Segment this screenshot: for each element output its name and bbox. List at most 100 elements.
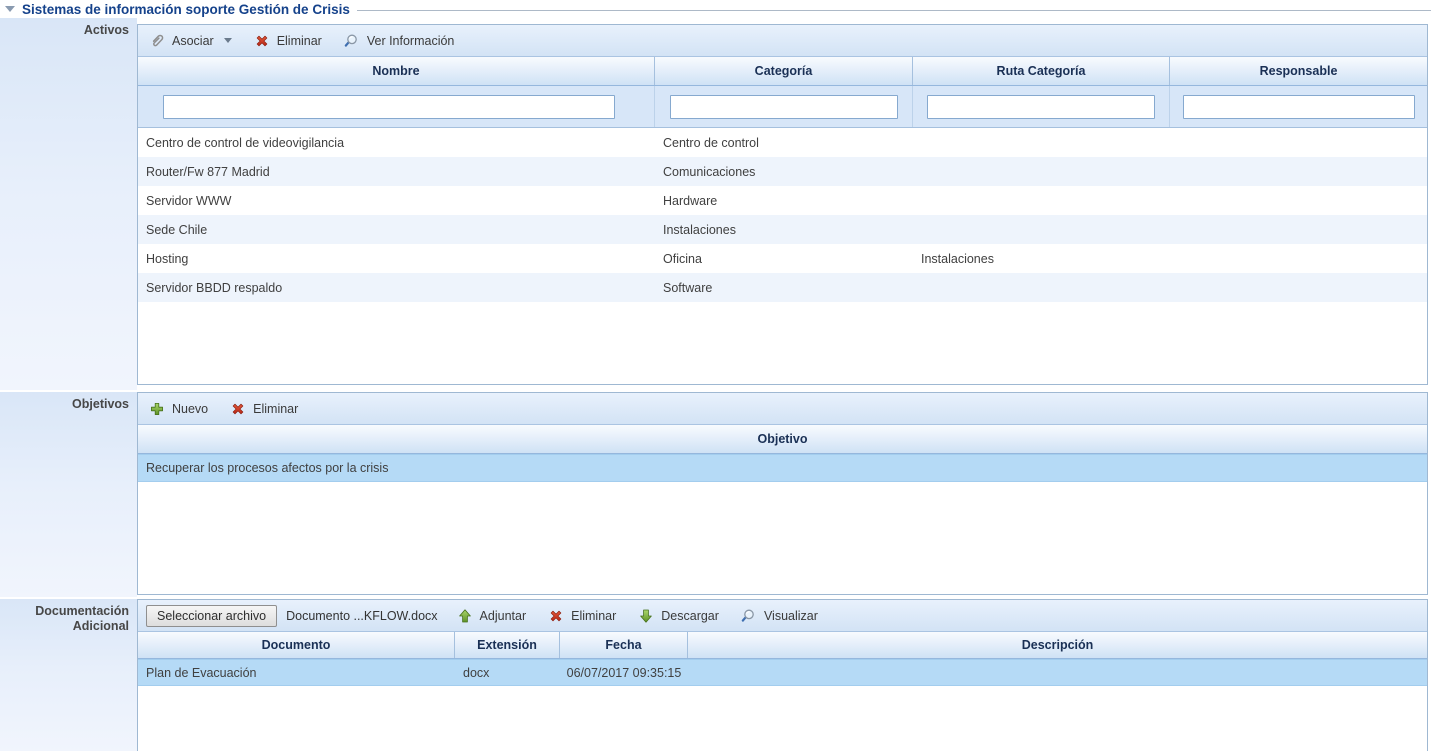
eliminar-objetivo-button[interactable]: Eliminar <box>227 399 301 419</box>
column-header-descripcion[interactable]: Descripción <box>688 632 1427 658</box>
cell-documento: Plan de Evacuación <box>138 660 455 685</box>
eliminar-label: Eliminar <box>253 402 298 416</box>
legend-rule <box>357 10 1431 11</box>
filter-nombre-input[interactable] <box>163 95 615 119</box>
table-row[interactable]: Centro de control de videovigilancia Cen… <box>138 128 1427 157</box>
chevron-down-icon[interactable] <box>224 38 232 43</box>
page-margin <box>1428 599 1435 751</box>
cell-nombre: Router/Fw 877 Madrid <box>138 157 655 186</box>
column-header-nombre[interactable]: Nombre <box>138 57 655 85</box>
activos-filter-row <box>138 86 1427 128</box>
eliminar-label: Eliminar <box>571 609 616 623</box>
adjuntar-label: Adjuntar <box>480 609 527 623</box>
filter-categoria-input[interactable] <box>670 95 898 119</box>
cell-categoria: Hardware <box>655 186 913 215</box>
section-documentacion: Documentación Adicional Seleccionar arch… <box>0 599 1435 751</box>
red-cross-icon <box>254 33 270 49</box>
column-header-extension[interactable]: Extensión <box>455 632 560 658</box>
activos-toolbar: Asociar Eliminar Ver Información <box>138 25 1427 57</box>
table-row[interactable]: Sede Chile Instalaciones <box>138 215 1427 244</box>
cell-responsable <box>1170 186 1427 215</box>
table-row[interactable]: Recuperar los procesos afectos por la cr… <box>138 454 1427 482</box>
seleccionar-archivo-button[interactable]: Seleccionar archivo <box>146 605 277 627</box>
magnifier-icon <box>344 33 360 49</box>
page-margin <box>1428 18 1435 390</box>
activos-grid-header: Nombre Categoría Ruta Categoría Responsa… <box>138 57 1427 86</box>
column-header-responsable[interactable]: Responsable <box>1170 57 1427 85</box>
table-row[interactable]: Servidor BBDD respaldo Software <box>138 273 1427 302</box>
cell-nombre: Servidor BBDD respaldo <box>138 273 655 302</box>
label-line-2: Adicional <box>4 619 129 634</box>
descargar-button[interactable]: Descargar <box>635 606 722 626</box>
cell-ruta-categoria <box>913 186 1170 215</box>
section-label-documentacion: Documentación Adicional <box>0 599 137 751</box>
cell-responsable <box>1170 128 1427 157</box>
cell-responsable <box>1170 273 1427 302</box>
cell-categoria: Instalaciones <box>655 215 913 244</box>
table-row[interactable]: Plan de Evacuación docx 06/07/2017 09:35… <box>138 659 1427 686</box>
activos-empty-area <box>138 302 1427 385</box>
cell-nombre: Centro de control de videovigilancia <box>138 128 655 157</box>
objetivos-grid-header: Objetivo <box>138 425 1427 454</box>
page-title: Sistemas de información soporte Gestión … <box>22 2 350 17</box>
section-label-activos: Activos <box>0 18 137 390</box>
cell-categoria: Oficina <box>655 244 913 273</box>
section-objetivos: Objetivos Nuevo Eliminar Objetivo Recupe… <box>0 392 1435 597</box>
filter-ruta-categoria-input[interactable] <box>927 95 1155 119</box>
cell-objetivo: Recuperar los procesos afectos por la cr… <box>138 455 1427 481</box>
visualizar-label: Visualizar <box>764 609 818 623</box>
documentos-grid-header: Documento Extensión Fecha Descripción <box>138 632 1427 659</box>
cell-categoria: Software <box>655 273 913 302</box>
asociar-label: Asociar <box>172 34 214 48</box>
ver-informacion-label: Ver Información <box>367 34 455 48</box>
red-cross-icon <box>548 608 564 624</box>
section-label-objetivos: Objetivos <box>0 392 137 597</box>
green-up-arrow-icon <box>457 608 473 624</box>
asociar-button[interactable]: Asociar <box>146 31 235 51</box>
filter-responsable-input[interactable] <box>1183 95 1415 119</box>
cell-ruta-categoria: Instalaciones <box>913 244 1170 273</box>
cell-ruta-categoria <box>913 215 1170 244</box>
eliminar-label: Eliminar <box>277 34 322 48</box>
cell-ruta-categoria <box>913 273 1170 302</box>
cell-responsable <box>1170 215 1427 244</box>
descargar-label: Descargar <box>661 609 719 623</box>
column-header-fecha[interactable]: Fecha <box>560 632 688 658</box>
chevron-down-icon[interactable] <box>5 6 15 12</box>
cell-responsable <box>1170 157 1427 186</box>
table-row[interactable]: Hosting Oficina Instalaciones <box>138 244 1427 273</box>
objetivos-empty-area <box>138 482 1427 594</box>
cell-categoria: Centro de control <box>655 128 913 157</box>
eliminar-activo-button[interactable]: Eliminar <box>251 31 325 51</box>
ver-informacion-button[interactable]: Ver Información <box>341 31 458 51</box>
cell-extension: docx <box>455 660 560 685</box>
red-cross-icon <box>230 401 246 417</box>
green-plus-icon <box>149 401 165 417</box>
table-row[interactable]: Servidor WWW Hardware <box>138 186 1427 215</box>
visualizar-button[interactable]: Visualizar <box>738 606 821 626</box>
column-header-objetivo[interactable]: Objetivo <box>138 425 1427 453</box>
cell-nombre: Servidor WWW <box>138 186 655 215</box>
cell-nombre: Hosting <box>138 244 655 273</box>
nuevo-objetivo-button[interactable]: Nuevo <box>146 399 211 419</box>
cell-nombre: Sede Chile <box>138 215 655 244</box>
page-margin <box>1428 392 1435 597</box>
documentos-empty-area <box>138 686 1427 750</box>
cell-fecha: 06/07/2017 09:35:15 <box>560 660 688 685</box>
nuevo-label: Nuevo <box>172 402 208 416</box>
green-down-arrow-icon <box>638 608 654 624</box>
column-header-documento[interactable]: Documento <box>138 632 455 658</box>
eliminar-documento-button[interactable]: Eliminar <box>545 606 619 626</box>
cell-responsable <box>1170 244 1427 273</box>
magnifier-icon <box>741 608 757 624</box>
documentacion-toolbar: Seleccionar archivo Documento ...KFLOW.d… <box>138 600 1427 632</box>
cell-descripcion <box>688 660 1427 685</box>
column-header-ruta-categoria[interactable]: Ruta Categoría <box>913 57 1170 85</box>
column-header-categoria[interactable]: Categoría <box>655 57 913 85</box>
cell-ruta-categoria <box>913 128 1170 157</box>
cell-ruta-categoria <box>913 157 1170 186</box>
table-row[interactable]: Router/Fw 877 Madrid Comunicaciones <box>138 157 1427 186</box>
panel-header: Sistemas de información soporte Gestión … <box>0 0 1435 18</box>
adjuntar-button[interactable]: Adjuntar <box>454 606 530 626</box>
cell-categoria: Comunicaciones <box>655 157 913 186</box>
